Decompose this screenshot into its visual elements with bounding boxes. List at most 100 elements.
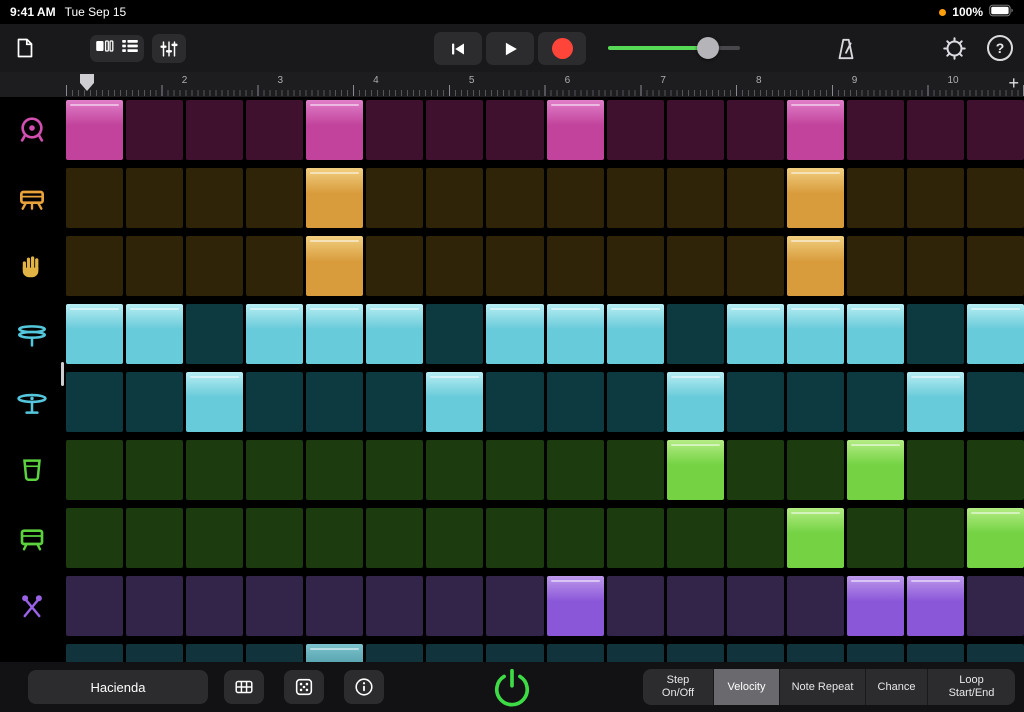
kick-drum-icon[interactable] [0, 100, 63, 160]
dice-button[interactable] [284, 670, 324, 704]
step-sticks-14[interactable] [847, 576, 904, 636]
timeline-ruler[interactable]: 12345678910 + [0, 72, 1024, 97]
mode-button-loop-start-end[interactable]: Loop Start/End [927, 669, 1015, 705]
step-snare-1[interactable] [66, 168, 123, 228]
step-cymbal-16[interactable] [967, 372, 1024, 432]
step-tom-1[interactable] [66, 508, 123, 568]
step-tom-8[interactable] [486, 508, 543, 568]
add-section-button[interactable]: + [1008, 73, 1019, 94]
step-sticks-5[interactable] [306, 576, 363, 636]
step-kick-9[interactable] [547, 100, 604, 160]
mode-button-step-on-off[interactable]: Step On/Off [643, 669, 713, 705]
step-kick-13[interactable] [787, 100, 844, 160]
step-partial-7[interactable] [426, 644, 483, 662]
step-sticks-9[interactable] [547, 576, 604, 636]
mode-button-chance[interactable]: Chance [865, 669, 927, 705]
step-partial-4[interactable] [246, 644, 303, 662]
step-cymbal-8[interactable] [486, 372, 543, 432]
step-tom-15[interactable] [907, 508, 964, 568]
step-partial-14[interactable] [847, 644, 904, 662]
step-conga-16[interactable] [967, 440, 1024, 500]
step-snare-10[interactable] [607, 168, 664, 228]
step-hi-hat-11[interactable] [667, 304, 724, 364]
step-snare-9[interactable] [547, 168, 604, 228]
tom-drum-icon[interactable] [0, 508, 63, 568]
step-tom-6[interactable] [366, 508, 423, 568]
step-partial-12[interactable] [727, 644, 784, 662]
step-hi-hat-5[interactable] [306, 304, 363, 364]
step-conga-6[interactable] [366, 440, 423, 500]
info-button[interactable] [344, 670, 384, 704]
step-conga-2[interactable] [126, 440, 183, 500]
step-hi-hat-6[interactable] [366, 304, 423, 364]
step-sticks-11[interactable] [667, 576, 724, 636]
step-tom-4[interactable] [246, 508, 303, 568]
step-sticks-6[interactable] [366, 576, 423, 636]
step-snare-12[interactable] [727, 168, 784, 228]
step-cymbal-10[interactable] [607, 372, 664, 432]
step-conga-3[interactable] [186, 440, 243, 500]
step-clap-7[interactable] [426, 236, 483, 296]
step-partial-3[interactable] [186, 644, 243, 662]
step-partial-11[interactable] [667, 644, 724, 662]
scroll-indicator[interactable] [61, 362, 64, 386]
step-clap-9[interactable] [547, 236, 604, 296]
step-clap-8[interactable] [486, 236, 543, 296]
clap-icon[interactable] [0, 236, 63, 296]
step-hi-hat-1[interactable] [66, 304, 123, 364]
step-kick-16[interactable] [967, 100, 1024, 160]
step-snare-3[interactable] [186, 168, 243, 228]
step-conga-15[interactable] [907, 440, 964, 500]
help-button[interactable]: ? [986, 34, 1014, 62]
step-hi-hat-7[interactable] [426, 304, 483, 364]
hi-hat-icon[interactable] [0, 304, 63, 364]
step-cymbal-2[interactable] [126, 372, 183, 432]
step-conga-8[interactable] [486, 440, 543, 500]
step-conga-5[interactable] [306, 440, 363, 500]
step-partial-13[interactable] [787, 644, 844, 662]
step-tom-9[interactable] [547, 508, 604, 568]
step-clap-14[interactable] [847, 236, 904, 296]
step-kick-15[interactable] [907, 100, 964, 160]
step-kick-6[interactable] [366, 100, 423, 160]
step-clap-16[interactable] [967, 236, 1024, 296]
step-clap-4[interactable] [246, 236, 303, 296]
step-cymbal-4[interactable] [246, 372, 303, 432]
step-hi-hat-2[interactable] [126, 304, 183, 364]
step-clap-15[interactable] [907, 236, 964, 296]
slider-knob[interactable] [697, 37, 719, 59]
step-snare-16[interactable] [967, 168, 1024, 228]
settings-gear-icon[interactable] [940, 34, 968, 62]
step-hi-hat-3[interactable] [186, 304, 243, 364]
step-kick-5[interactable] [306, 100, 363, 160]
step-cymbal-5[interactable] [306, 372, 363, 432]
step-sticks-16[interactable] [967, 576, 1024, 636]
step-sticks-13[interactable] [787, 576, 844, 636]
snare-drum-icon[interactable] [0, 168, 63, 228]
step-clap-12[interactable] [727, 236, 784, 296]
step-cymbal-15[interactable] [907, 372, 964, 432]
step-clap-10[interactable] [607, 236, 664, 296]
sticks-icon[interactable] [0, 576, 63, 636]
step-clap-3[interactable] [186, 236, 243, 296]
step-partial-5[interactable] [306, 644, 363, 662]
step-kick-8[interactable] [486, 100, 543, 160]
play-button[interactable] [486, 32, 534, 65]
step-sticks-10[interactable] [607, 576, 664, 636]
step-hi-hat-16[interactable] [967, 304, 1024, 364]
step-conga-11[interactable] [667, 440, 724, 500]
step-kick-14[interactable] [847, 100, 904, 160]
pattern-grid-button[interactable] [224, 670, 264, 704]
step-conga-10[interactable] [607, 440, 664, 500]
step-partial-1[interactable] [66, 644, 123, 662]
step-partial-16[interactable] [967, 644, 1024, 662]
step-conga-9[interactable] [547, 440, 604, 500]
step-partial-2[interactable] [126, 644, 183, 662]
step-tom-13[interactable] [787, 508, 844, 568]
step-snare-11[interactable] [667, 168, 724, 228]
step-conga-7[interactable] [426, 440, 483, 500]
step-sticks-8[interactable] [486, 576, 543, 636]
conga-icon[interactable] [0, 440, 63, 500]
pattern-name-button[interactable]: Hacienda [28, 670, 208, 704]
step-tom-7[interactable] [426, 508, 483, 568]
